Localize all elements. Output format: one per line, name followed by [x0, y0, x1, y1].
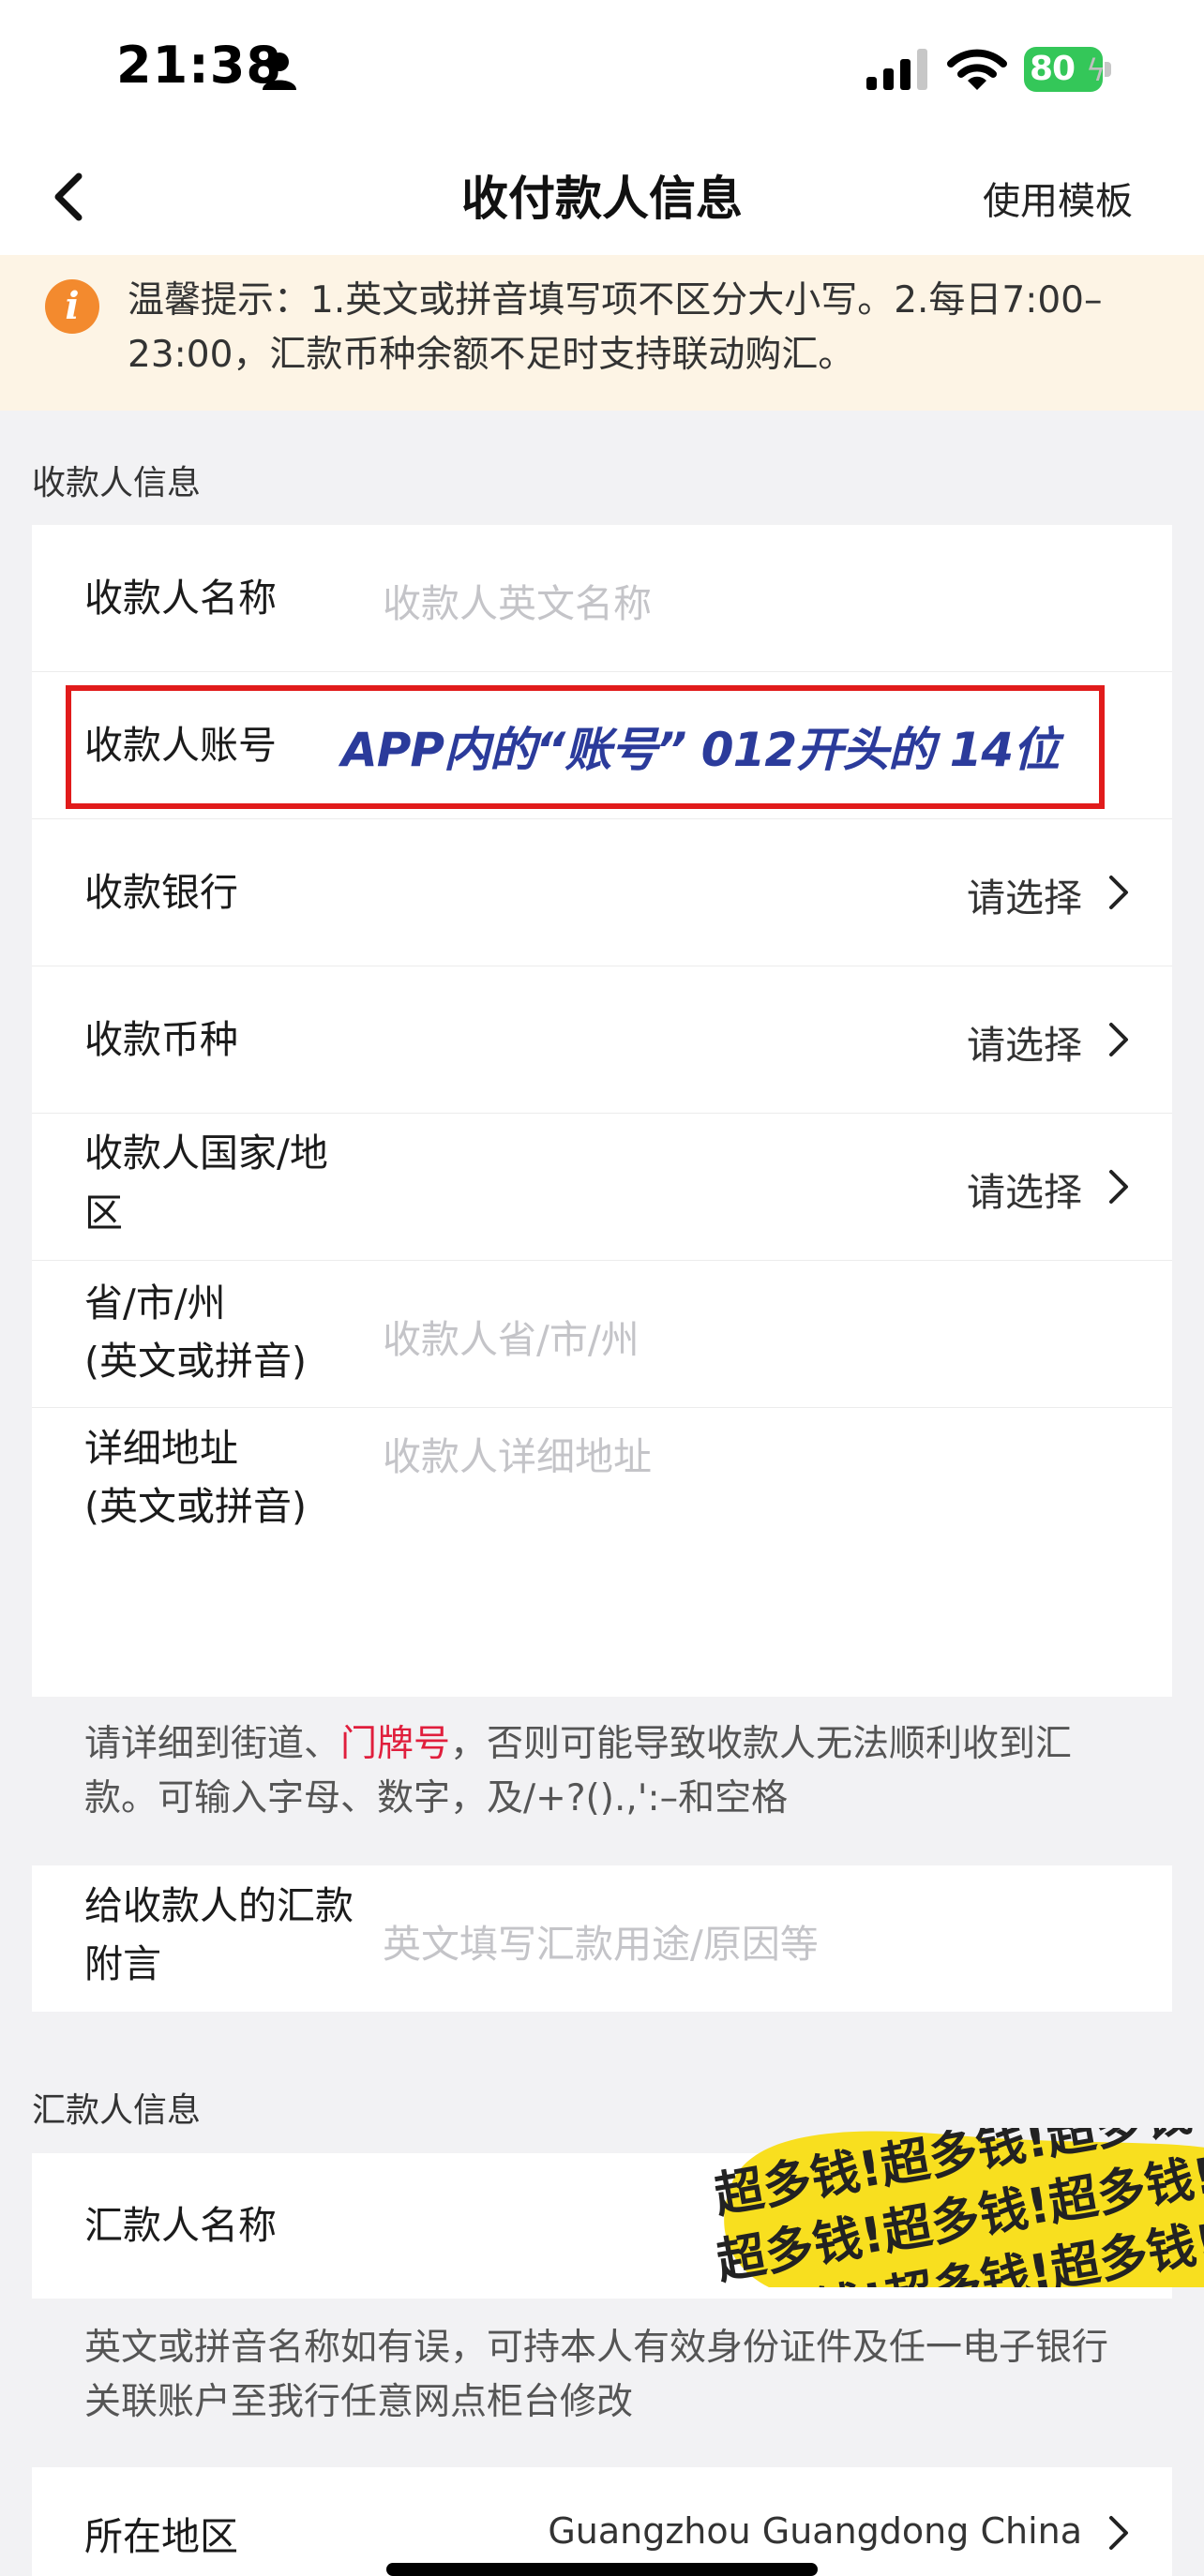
remitter-region-card: 所在地区 Guangzhou Guangdong China — [32, 2467, 1172, 2576]
payee-province-row[interactable]: 省/市/州 (英文或拼音) 收款人省/市/州 — [32, 1261, 1172, 1408]
remitter-region-label: 所在地区 — [84, 2514, 238, 2559]
chevron-right-icon — [1109, 876, 1128, 909]
payee-province-label: 省/市/州 (英文或拼音) — [84, 1281, 307, 1384]
address-hint-text: 请详细到街道、 — [84, 1723, 341, 1765]
status-time: 21:38 — [116, 36, 282, 95]
battery-indicator: 80 ϟ — [1024, 47, 1112, 92]
payee-province-input[interactable]: 收款人省/市/州 — [383, 1308, 640, 1364]
payee-name-label: 收款人名称 — [84, 576, 277, 621]
account-annotation: APP内的“账号” 012开头的 14位 — [341, 723, 1060, 777]
cellular-signal-icon — [866, 49, 927, 90]
payee-message-label: 给收款人的汇款附言 — [84, 1883, 354, 1986]
payee-name-input[interactable]: 收款人英文名称 — [383, 572, 652, 628]
remitter-name-label: 汇款人名称 — [84, 2203, 277, 2248]
payee-name-row[interactable]: 收款人名称 收款人英文名称 — [32, 525, 1172, 672]
payee-message-input[interactable]: 英文填写汇款用途/原因等 — [383, 1912, 819, 1969]
payee-currency-select[interactable]: 请选择 — [967, 1013, 1082, 1070]
remitter-region-select[interactable]: Guangzhou Guangdong China — [548, 2510, 1082, 2552]
address-hint-highlight: 门牌号 — [340, 1723, 451, 1765]
payee-address-input[interactable]: 收款人详细地址 — [383, 1425, 652, 1481]
notice-banner: i 温馨提示：1.英文或拼音填写项不区分大小写。2.每日7:00–23:00，汇… — [0, 255, 1204, 411]
sticker-overlay: 超多钱!超多钱!超多钱!超多钱!超多钱!超多钱!超多钱!超多钱! 超多钱!超多钱… — [713, 2128, 1204, 2287]
address-hint: 请详细到街道、门牌号，否则可能导致收款人无法顺利收到汇款。可输入字母、数字，及/… — [84, 1717, 1135, 1826]
chevron-right-icon — [1109, 2516, 1128, 2550]
payee-country-row[interactable]: 收款人国家/地区 请选择 — [32, 1114, 1172, 1261]
charging-icon: ϟ — [1086, 52, 1106, 88]
info-icon: i — [45, 279, 99, 334]
payee-address-row[interactable]: 详细地址 (英文或拼音) 收款人详细地址 — [32, 1408, 1172, 1697]
payee-address-label: 详细地址 (英文或拼音) — [84, 1426, 307, 1529]
payee-currency-row[interactable]: 收款币种 请选择 — [32, 966, 1172, 1114]
payee-section-heading: 收款人信息 — [32, 464, 202, 502]
battery-cap — [1105, 62, 1111, 77]
payee-bank-select[interactable]: 请选择 — [967, 866, 1082, 922]
payee-message-row[interactable]: 给收款人的汇款附言 英文填写汇款用途/原因等 — [32, 1865, 1172, 2012]
remitter-section-heading: 汇款人信息 — [32, 2091, 202, 2130]
chevron-right-icon — [1109, 1023, 1128, 1056]
notice-text: 温馨提示：1.英文或拼音填写项不区分大小写。2.每日7:00–23:00，汇款币… — [128, 279, 1103, 376]
payee-currency-label: 收款币种 — [84, 1017, 238, 1062]
remitter-region-row[interactable]: 所在地区 Guangzhou Guangdong China — [32, 2467, 1172, 2576]
payee-country-select[interactable]: 请选择 — [967, 1161, 1082, 1217]
payee-country-label: 收款人国家/地区 — [84, 1131, 328, 1236]
status-bar: 21:38 80 ϟ — [0, 0, 1204, 139]
chevron-right-icon — [1109, 1170, 1128, 1204]
use-template-button[interactable]: 使用模板 — [983, 171, 1133, 225]
payee-bank-row[interactable]: 收款银行 请选择 — [32, 819, 1172, 966]
payee-bank-label: 收款银行 — [84, 870, 238, 915]
person-icon — [263, 52, 296, 90]
remitter-name-hint: 英文或拼音名称如有误，可持本人有效身份证件及任一电子银行关联账户至我行任意网点柜… — [84, 2327, 1109, 2423]
wifi-icon — [947, 49, 1007, 90]
payee-message-card: 给收款人的汇款附言 英文填写汇款用途/原因等 — [32, 1865, 1172, 2012]
home-indicator[interactable] — [386, 2563, 818, 2576]
nav-bar: 收付款人信息 使用模板 — [0, 139, 1204, 255]
